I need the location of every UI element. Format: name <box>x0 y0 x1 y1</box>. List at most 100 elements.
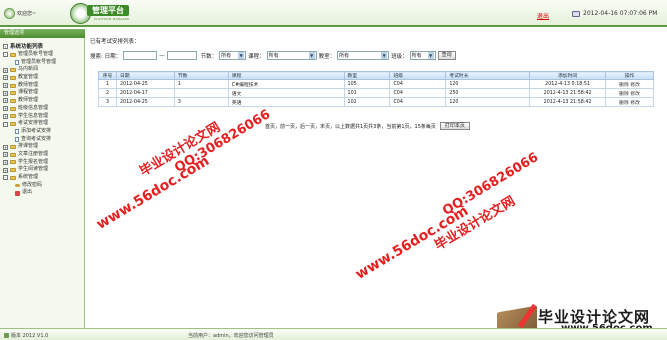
sidebar-item[interactable]: 退出 <box>3 189 83 197</box>
cell-actions: 删除 修改 <box>605 97 654 107</box>
sidebar-item[interactable]: + 文章注册管理 <box>3 151 83 159</box>
pager-text: 首页，前一页，后一页，末页，以上数据共1页共3条，当前第1页，15条每页 <box>265 123 436 130</box>
sidebar-item[interactable]: - 考试安排管理 <box>3 120 83 128</box>
chevron-down-icon: ▼ <box>427 52 434 59</box>
expand-icon[interactable]: + <box>3 83 8 89</box>
cell-added: 2012-4-13 21:58:42 <box>529 88 607 98</box>
folder-icon <box>10 83 16 88</box>
version-icon <box>4 333 9 338</box>
collapse-icon[interactable]: - <box>3 121 8 127</box>
table-body: 1 2012-04-25 1 C#编程技术 105 C04 120 2012-4-13 0:1… <box>98 79 654 107</box>
folder-icon <box>10 168 16 173</box>
column-header[interactable]: 教室 <box>343 71 391 80</box>
delete-link[interactable]: 删除 <box>619 83 629 88</box>
expand-icon[interactable]: + <box>3 75 8 81</box>
folder-icon <box>10 106 16 111</box>
sidebar-item[interactable]: + 课程管理 <box>3 89 83 97</box>
expand-icon[interactable]: + <box>3 98 8 104</box>
delete-link[interactable]: 删除 <box>619 101 629 106</box>
sidebar-item[interactable]: + 班级信息管理 <box>3 105 83 113</box>
class-select-value: 所有 <box>411 53 422 59</box>
cell-date: 2012-04-17 <box>115 88 175 98</box>
sidebar: 管理选项 - 系统功能列表 - 管理员帐号管理 管理员帐号管理 + 马内新闻 + 教室管理 +… <box>0 29 85 328</box>
print-button[interactable]: 打印本页 <box>439 122 470 130</box>
chevron-down-icon: ▼ <box>238 52 245 59</box>
room-select[interactable]: 所有 ▼ <box>337 51 390 60</box>
date-from-input[interactable] <box>123 51 158 60</box>
delete-link[interactable]: 删除 <box>619 92 629 97</box>
column-header[interactable]: 添加时间 <box>529 71 607 80</box>
sidebar-item[interactable]: + 学生阅读管理 <box>3 166 83 174</box>
sidebar-item[interactable]: + 排课管理 <box>3 143 83 151</box>
expand-icon[interactable]: + <box>3 159 8 165</box>
logout-link[interactable]: 退出 <box>537 11 549 20</box>
query-button[interactable]: 查询 <box>437 51 456 60</box>
collapse-icon[interactable]: - <box>3 52 8 58</box>
sidebar-item[interactable]: 修改密码 <box>3 182 83 190</box>
cell-room: 101 <box>343 88 391 98</box>
expand-icon[interactable]: + <box>3 152 8 158</box>
expand-icon[interactable]: + <box>3 67 8 73</box>
search-label: 搜索: 日期： <box>90 53 122 60</box>
course-select[interactable]: 所有 ▼ <box>266 51 317 60</box>
sidebar-root[interactable]: - 系统功能列表 <box>3 42 43 50</box>
filter-bar: 搜索: 日期： — 节数： 所有 ▼ 课程： 所有 ▼ 教室： 所有 ▼ 班级：… <box>90 51 456 60</box>
clock-icon <box>572 10 580 17</box>
exam-schedule-table: 序号 日期 节数 课程 教室 班级 考试时长 添加时间 操作 1 2012-04-25 1 C#编程技… <box>98 71 654 107</box>
sidebar-item[interactable]: - 系统管理 <box>3 174 83 182</box>
collapse-icon[interactable]: - <box>3 175 8 181</box>
edit-link[interactable]: 修改 <box>630 83 640 88</box>
column-header[interactable]: 课程 <box>227 71 345 80</box>
sidebar-item[interactable]: + 教师管理 <box>3 82 83 90</box>
folder-icon <box>10 98 16 103</box>
cell-added: 2012-4-13 0:18:51 <box>529 79 607 89</box>
sidebar-item[interactable]: + 教室管理 <box>3 74 83 82</box>
sidebar-item-label: 教师管理 <box>18 97 39 104</box>
cell-period: 3 <box>173 97 229 107</box>
sidebar-item[interactable]: + 教师管理 <box>3 97 83 105</box>
expand-icon[interactable]: + <box>3 144 8 150</box>
collapse-icon[interactable]: - <box>3 43 8 49</box>
edit-link[interactable]: 修改 <box>630 92 640 97</box>
cell-added: 2012-4-13 21:58:42 <box>529 97 607 107</box>
column-header[interactable]: 班级 <box>389 71 447 80</box>
sidebar-item-label: 学生阅读管理 <box>18 166 49 173</box>
folder-icon <box>10 122 16 127</box>
expand-icon[interactable]: + <box>3 90 8 96</box>
cell-duration: 120 <box>445 97 531 107</box>
cell-no: 2 <box>98 88 117 98</box>
cell-actions: 删除 修改 <box>605 88 654 98</box>
sidebar-item[interactable]: 添加考试安排 <box>3 128 83 136</box>
room-select-value: 所有 <box>339 53 350 59</box>
table-row: 1 2012-04-25 1 C#编程技术 105 C04 120 2012-4-13 0:1… <box>98 79 654 89</box>
room-label: 教室： <box>318 53 336 60</box>
welcome: 欢迎您~ <box>4 5 40 21</box>
period-label: 节数： <box>200 53 218 60</box>
column-header[interactable]: 考试时长 <box>445 71 531 80</box>
column-header[interactable]: 节数 <box>173 71 229 80</box>
class-label: 班级： <box>391 53 408 60</box>
sidebar-item[interactable]: 管理员帐号管理 <box>3 59 83 67</box>
expand-icon[interactable]: + <box>3 106 8 112</box>
sidebar-item[interactable]: + 马内新闻 <box>3 66 83 74</box>
column-header[interactable]: 序号 <box>98 71 117 80</box>
column-header[interactable]: 操作 <box>605 71 654 80</box>
expand-icon[interactable]: + <box>3 167 8 173</box>
edit-link[interactable]: 修改 <box>630 101 640 106</box>
cell-period <box>173 88 229 98</box>
chevron-down-icon: ▼ <box>308 52 315 59</box>
folder-icon <box>10 145 16 150</box>
exit-icon <box>15 190 20 196</box>
date-to-input[interactable] <box>166 51 197 60</box>
date-dash: — <box>159 52 165 59</box>
class-select[interactable]: 所有 ▼ <box>409 51 436 60</box>
cell-no: 3 <box>98 97 117 107</box>
sidebar-item[interactable]: - 管理员帐号管理 <box>3 51 83 59</box>
column-header[interactable]: 日期 <box>115 71 175 80</box>
sidebar-item[interactable]: 查询考试安排 <box>3 136 83 144</box>
folder-icon <box>10 160 16 165</box>
top-bar: 欢迎您~ 管理平台 PLATFORM MANAGER 退出 2012-04-16… <box>0 0 667 27</box>
logo-subtitle: PLATFORM MANAGER <box>94 17 130 21</box>
expand-icon[interactable]: + <box>3 113 8 119</box>
period-select[interactable]: 所有 ▼ <box>219 51 247 60</box>
